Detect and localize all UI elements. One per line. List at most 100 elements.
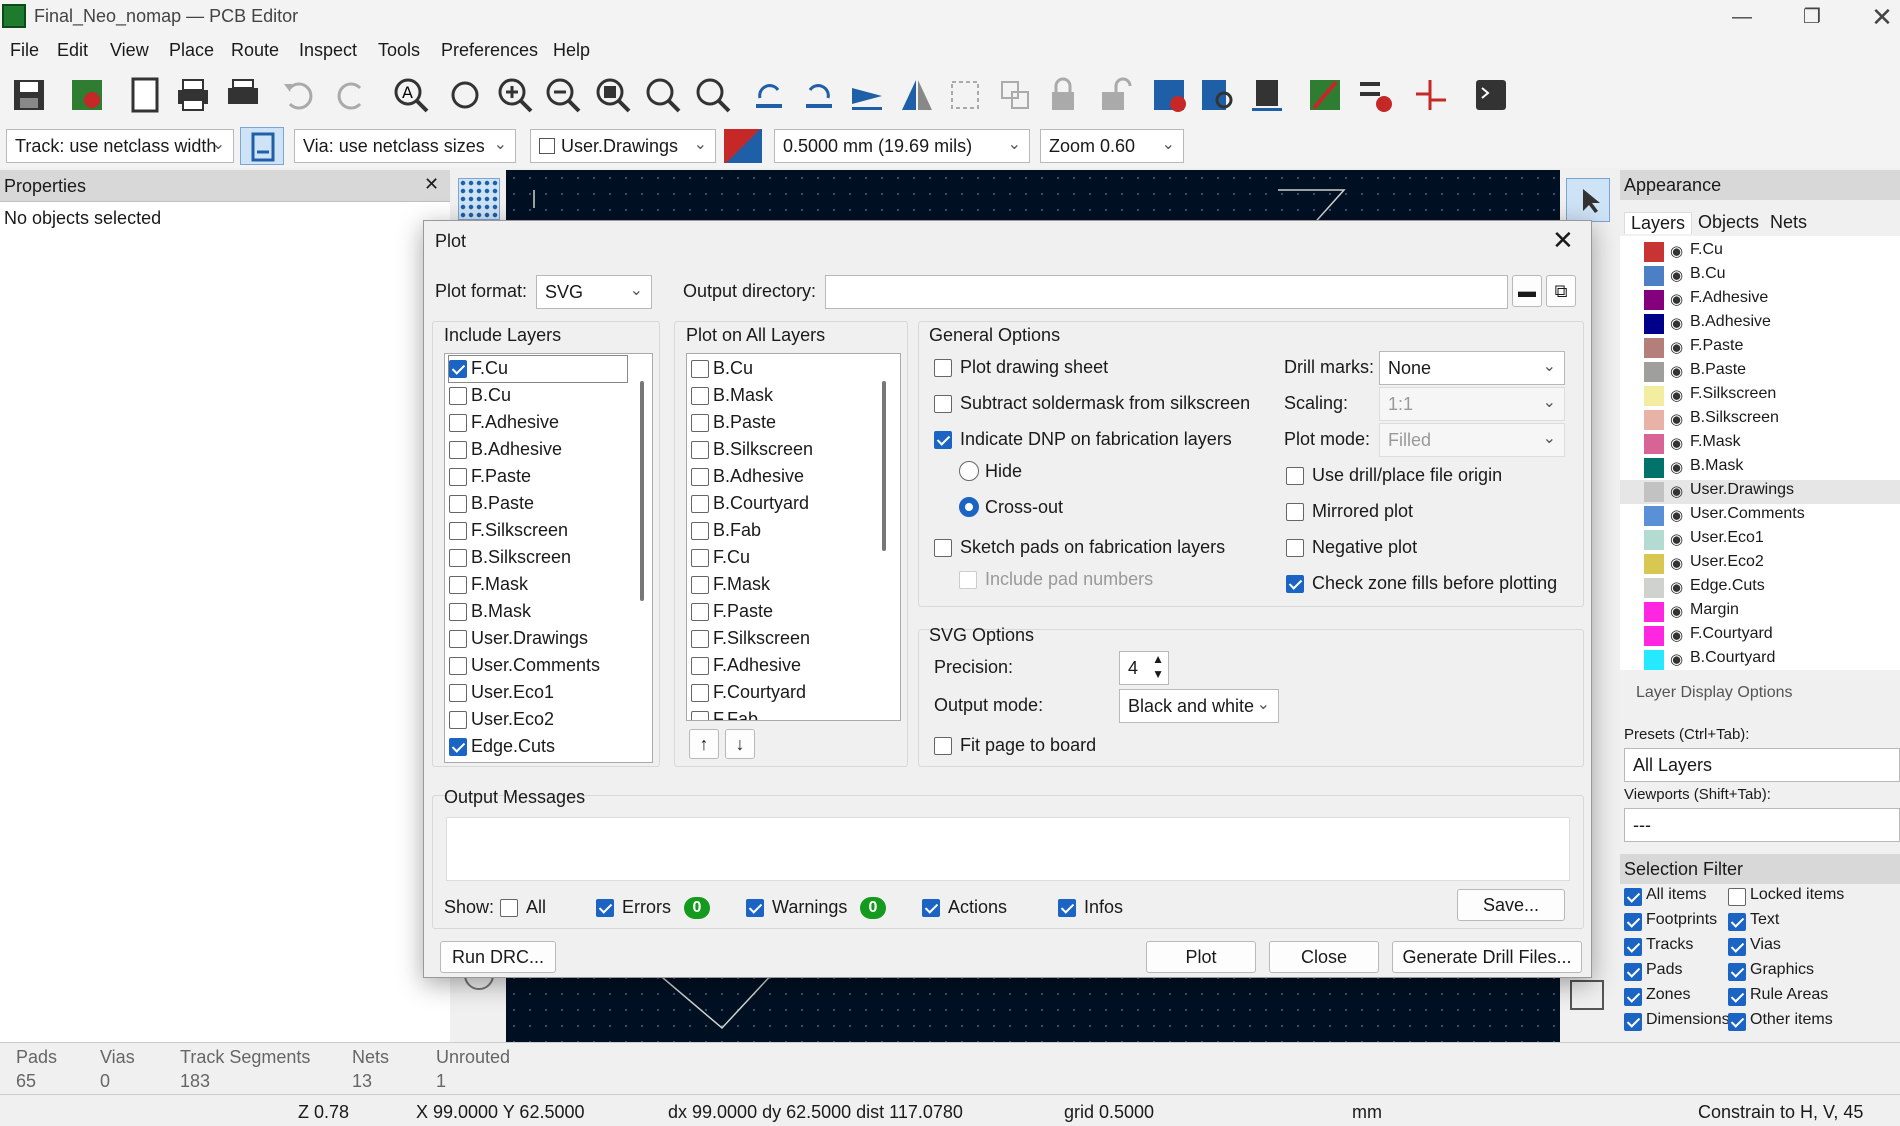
visibility-eye-icon[interactable]: ◉ bbox=[1670, 482, 1683, 500]
layer-row[interactable]: ◉ B.Cu bbox=[1644, 264, 1894, 288]
select-tool-icon[interactable] bbox=[1566, 178, 1610, 222]
visibility-eye-icon[interactable]: ◉ bbox=[1670, 338, 1683, 356]
checkbox[interactable] bbox=[1728, 938, 1746, 956]
checkbox[interactable] bbox=[449, 549, 467, 567]
checkbox[interactable] bbox=[449, 576, 467, 594]
visibility-eye-icon[interactable]: ◉ bbox=[1670, 314, 1683, 332]
print-icon[interactable] bbox=[172, 74, 214, 116]
checkbox[interactable] bbox=[691, 360, 709, 378]
layer-row[interactable]: ◉ F.Paste bbox=[1644, 336, 1894, 360]
netlist-icon[interactable] bbox=[1354, 74, 1396, 116]
flip-icon[interactable] bbox=[846, 74, 888, 116]
output-directory-input[interactable] bbox=[825, 275, 1508, 309]
layer-color-swatch[interactable] bbox=[1644, 554, 1664, 574]
include-layers-scrollbar[interactable] bbox=[640, 381, 644, 601]
unlock-icon[interactable] bbox=[1092, 74, 1134, 116]
layer-color-swatch[interactable] bbox=[1644, 266, 1664, 286]
layer-row[interactable]: ◉ User.Eco2 bbox=[1644, 552, 1894, 576]
checkbox[interactable] bbox=[1728, 913, 1746, 931]
checkbox[interactable] bbox=[691, 630, 709, 648]
rotate-cw-icon[interactable] bbox=[798, 74, 840, 116]
checkbox[interactable] bbox=[691, 522, 709, 540]
page-settings-icon[interactable] bbox=[124, 74, 166, 116]
checkbox[interactable] bbox=[934, 737, 952, 755]
layer-color-swatch[interactable] bbox=[1644, 530, 1664, 550]
menu-place[interactable]: Place bbox=[169, 40, 214, 61]
checkbox[interactable] bbox=[449, 684, 467, 702]
zoom-fit-icon[interactable] bbox=[592, 74, 634, 116]
layer-color-swatch[interactable] bbox=[1644, 602, 1664, 622]
checkbox[interactable] bbox=[449, 738, 467, 756]
checkbox[interactable] bbox=[691, 387, 709, 405]
spin-up-icon[interactable]: ▲ bbox=[1152, 652, 1164, 666]
dialog-close-icon[interactable]: ✕ bbox=[1552, 225, 1574, 256]
menu-route[interactable]: Route bbox=[231, 40, 279, 61]
checkbox[interactable] bbox=[691, 549, 709, 567]
checkbox[interactable] bbox=[691, 711, 709, 720]
save-icon[interactable] bbox=[8, 74, 50, 116]
checkbox[interactable] bbox=[691, 657, 709, 675]
checkbox[interactable] bbox=[449, 495, 467, 513]
checkbox[interactable] bbox=[1624, 988, 1642, 1006]
close-button[interactable]: Close bbox=[1269, 941, 1379, 973]
checkbox[interactable] bbox=[691, 468, 709, 486]
text-tool-icon[interactable] bbox=[1570, 980, 1604, 1010]
zoom-in-icon[interactable] bbox=[494, 74, 536, 116]
include-layers-list[interactable]: F.Cu B.Cu F.Adhesive B.Adhesive F.Paste B.Pas… bbox=[444, 353, 653, 763]
checkbox[interactable] bbox=[449, 360, 467, 378]
visibility-eye-icon[interactable]: ◉ bbox=[1670, 506, 1683, 524]
layer-row[interactable]: ◉ F.Courtyard bbox=[1644, 624, 1894, 648]
checkbox[interactable] bbox=[500, 899, 518, 917]
radio-button[interactable] bbox=[959, 497, 979, 517]
checkbox[interactable] bbox=[1624, 1013, 1642, 1031]
visibility-eye-icon[interactable]: ◉ bbox=[1670, 554, 1683, 572]
plot-mode-select[interactable]: Filled ⌄ bbox=[1379, 423, 1565, 457]
menu-edit[interactable]: Edit bbox=[57, 40, 88, 61]
checkbox[interactable] bbox=[1624, 913, 1642, 931]
plot-button[interactable]: Plot bbox=[1146, 941, 1256, 973]
layer-row[interactable]: ◉ User.Comments bbox=[1644, 504, 1894, 528]
layer-color-swatch[interactable] bbox=[1644, 290, 1664, 310]
checkbox[interactable] bbox=[1728, 988, 1746, 1006]
checkbox[interactable] bbox=[449, 441, 467, 459]
visibility-eye-icon[interactable]: ◉ bbox=[1670, 362, 1683, 380]
footprint-viewer-icon[interactable] bbox=[1246, 74, 1288, 116]
all-layers-list[interactable]: B.Cu B.Mask B.Paste B.Silkscreen B.Adhesive B… bbox=[686, 353, 901, 721]
layer-color-swatch[interactable] bbox=[1644, 242, 1664, 262]
precision-spinner[interactable]: 4 ▲ ▼ bbox=[1119, 651, 1169, 685]
checkbox[interactable] bbox=[922, 899, 940, 917]
layer-color-swatch[interactable] bbox=[1644, 626, 1664, 646]
presets-select[interactable]: All Layers bbox=[1624, 748, 1900, 782]
layer-row[interactable]: ◉ Edge.Cuts bbox=[1644, 576, 1894, 600]
checkbox[interactable] bbox=[691, 603, 709, 621]
visibility-eye-icon[interactable]: ◉ bbox=[1670, 626, 1683, 644]
layer-color-swatch[interactable] bbox=[1644, 386, 1664, 406]
undo-icon[interactable] bbox=[278, 74, 320, 116]
layer-row[interactable]: ◉ User.Eco1 bbox=[1644, 528, 1894, 552]
tab-objects[interactable]: Objects bbox=[1698, 212, 1759, 233]
layer-color-swatch[interactable] bbox=[1644, 410, 1664, 430]
grid-select[interactable]: 0.5000 mm (19.69 mils) ⌄ bbox=[774, 129, 1030, 163]
layer-row[interactable]: ◉ B.Silkscreen bbox=[1644, 408, 1894, 432]
layer-display-options[interactable]: Layer Display Options bbox=[1636, 684, 1793, 702]
include-layer-item[interactable]: F.Cu bbox=[448, 355, 628, 383]
visibility-eye-icon[interactable]: ◉ bbox=[1670, 578, 1683, 596]
zoom-select[interactable]: Zoom 0.60 ⌄ bbox=[1040, 129, 1184, 163]
scaling-select[interactable]: 1:1 ⌄ bbox=[1379, 387, 1565, 421]
checkbox[interactable] bbox=[934, 395, 952, 413]
layer-row[interactable]: ◉ F.Cu bbox=[1644, 240, 1894, 264]
move-down-icon[interactable]: ↓ bbox=[725, 729, 755, 759]
route-icon[interactable] bbox=[1410, 74, 1452, 116]
visibility-eye-icon[interactable]: ◉ bbox=[1670, 290, 1683, 308]
redo-icon[interactable] bbox=[330, 74, 372, 116]
radio-button[interactable] bbox=[959, 461, 979, 481]
zoom-selection-icon[interactable] bbox=[692, 74, 734, 116]
checkbox[interactable] bbox=[934, 431, 952, 449]
layer-row[interactable]: ◉ F.Mask bbox=[1644, 432, 1894, 456]
grid-toggle-icon[interactable] bbox=[458, 178, 500, 220]
output-mode-select[interactable]: Black and white ⌄ bbox=[1119, 689, 1279, 723]
checkbox[interactable] bbox=[959, 571, 977, 589]
checkbox[interactable] bbox=[1728, 888, 1746, 906]
all-layers-scrollbar[interactable] bbox=[882, 381, 886, 551]
drc-icon[interactable] bbox=[1148, 74, 1190, 116]
